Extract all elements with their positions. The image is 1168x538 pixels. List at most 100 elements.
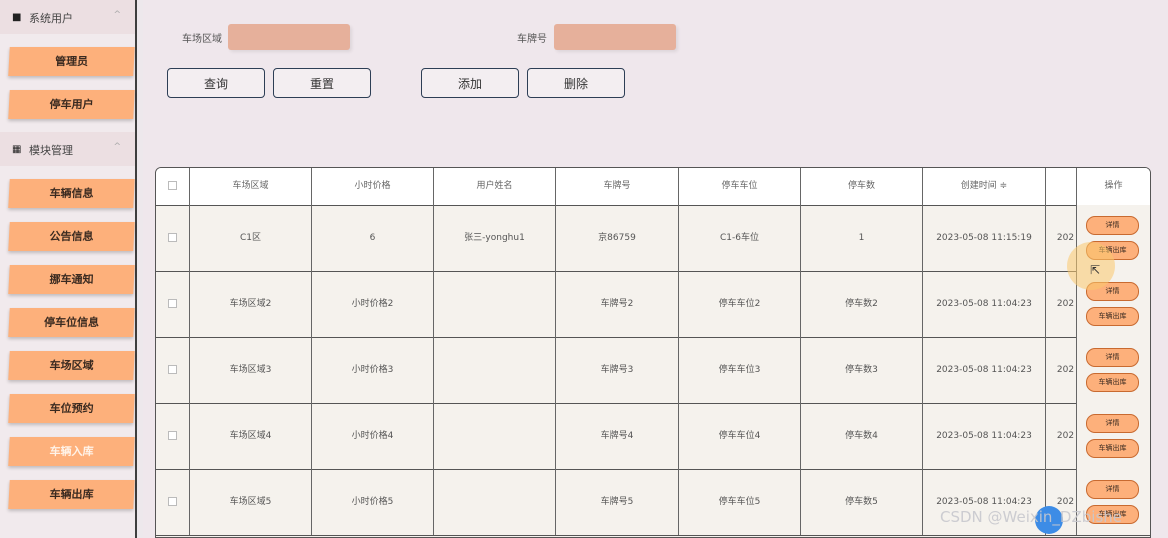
detail-button[interactable]: 详情 [1086, 480, 1139, 499]
cell-area: C1区 [190, 205, 312, 271]
cell-parking-count: 停车数4 [801, 403, 923, 469]
cell-parking-space: C1-6车位 [679, 205, 801, 271]
cell-area: 车场区域5 [190, 469, 312, 535]
main-content: 车场区域 车牌号 查询 重置 添加 删除 车场区域 小时价格 用户姓名 车牌号 … [143, 0, 1168, 538]
cell-area: 车场区域4 [190, 403, 312, 469]
cell-user-name [434, 469, 556, 535]
sidebar-item-vehicle-info[interactable]: 车辆信息 [8, 179, 135, 208]
cell-hourly-price: 小时价格2 [312, 271, 434, 337]
sidebar-item-parking-area[interactable]: 车场区域 [8, 351, 135, 380]
cell-hourly-price: 6 [312, 205, 434, 271]
delete-button[interactable]: 删除 [527, 68, 625, 98]
select-all-cell [156, 168, 190, 205]
row-select-cell [156, 205, 190, 271]
cell-created-time: 2023-05-08 11:04:23 [923, 337, 1046, 403]
plate-filter-input[interactable] [554, 24, 676, 50]
row-checkbox[interactable] [168, 365, 177, 374]
cell-created-time: 2023-05-08 11:04:23 [923, 403, 1046, 469]
select-all-checkbox[interactable] [168, 181, 177, 190]
grid-icon: ▦ [12, 144, 22, 155]
row-select-cell [156, 271, 190, 337]
cell-parking-count: 停车数2 [801, 271, 923, 337]
vehicle-exit-button[interactable]: 车辆出库 [1086, 241, 1139, 260]
chevron-up-icon: ^ [113, 10, 121, 20]
row-checkbox[interactable] [168, 497, 177, 506]
vehicle-exit-button[interactable]: 车辆出库 [1086, 307, 1139, 326]
cell-area: 车场区域2 [190, 271, 312, 337]
cell-plate: 车牌号4 [556, 403, 679, 469]
row-actions: 详情 车辆出库 [1076, 205, 1150, 271]
header-parking-space[interactable]: 停车车位 [679, 168, 801, 205]
cell-area: 车场区域3 [190, 337, 312, 403]
cell-plate: 京86759 [556, 205, 679, 271]
cell-plate: 车牌号3 [556, 337, 679, 403]
cell-created-time: 2023-05-08 11:15:19 [923, 205, 1046, 271]
cell-plate: 车牌号5 [556, 469, 679, 535]
cell-user-name [434, 403, 556, 469]
cell-created-time: 2023-05-08 11:04:23 [923, 271, 1046, 337]
header-actions: 操作 [1076, 168, 1150, 205]
sidebar-group-label: 系统用户 [29, 12, 73, 25]
cell-user-name [434, 337, 556, 403]
cell-hourly-price: 小时价格4 [312, 403, 434, 469]
sidebar-item-parking-space-info[interactable]: 停车位信息 [8, 308, 135, 337]
row-checkbox[interactable] [168, 299, 177, 308]
sidebar-item-parking-user[interactable]: 停车用户 [8, 90, 135, 119]
sidebar-group-system-users[interactable]: ■ 系统用户 ^ [0, 0, 135, 34]
chevron-up-icon: ^ [113, 142, 121, 152]
cell-user-name: 张三-yonghu1 [434, 205, 556, 271]
cell-parking-count: 停车数5 [801, 469, 923, 535]
row-checkbox[interactable] [168, 233, 177, 242]
area-filter-input[interactable] [228, 24, 350, 50]
table-row: C1区 6 张三-yonghu1 京86759 C1-6车位 1 2023-05-08 11… [156, 205, 1150, 272]
row-actions: 详情 车辆出库 [1076, 403, 1150, 469]
area-filter-label: 车场区域 [182, 34, 222, 45]
sidebar-group-modules[interactable]: ▦ 模块管理 ^ [0, 132, 135, 166]
detail-button[interactable]: 详情 [1086, 282, 1139, 301]
reset-button[interactable]: 重置 [273, 68, 371, 98]
row-select-cell [156, 337, 190, 403]
sidebar-item-admin[interactable]: 管理员 [8, 47, 135, 76]
header-parking-count[interactable]: 停车数 [801, 168, 923, 205]
row-actions: 详情 车辆出库 [1076, 271, 1150, 337]
sidebar-item-announcements[interactable]: 公告信息 [8, 222, 135, 251]
sidebar-item-vehicle-entry[interactable]: 车辆入库 [8, 437, 135, 466]
vehicle-exit-button[interactable]: 车辆出库 [1086, 439, 1139, 458]
plate-filter-label: 车牌号 [517, 34, 547, 45]
cell-plate: 车牌号2 [556, 271, 679, 337]
vehicle-exit-button[interactable]: 车辆出库 [1086, 373, 1139, 392]
header-hourly-price[interactable]: 小时价格 [312, 168, 434, 205]
sidebar-item-move-car-notice[interactable]: 挪车通知 [8, 265, 135, 294]
row-select-cell [156, 403, 190, 469]
detail-button[interactable]: 详情 [1086, 348, 1139, 367]
sidebar-item-vehicle-exit[interactable]: 车辆出库 [8, 480, 135, 509]
table-row: 车场区域3 小时价格3 车牌号3 停车车位3 停车数3 2023-05-08 11:04:… [156, 337, 1150, 404]
watermark: CSDN @Weixin_DZbishe [940, 508, 1122, 526]
header-area[interactable]: 车场区域 [190, 168, 312, 205]
header-plate[interactable]: 车牌号 [556, 168, 679, 205]
detail-button[interactable]: 详情 [1086, 414, 1139, 433]
row-select-cell [156, 469, 190, 535]
user-icon: ■ [12, 12, 22, 23]
cell-parking-space: 停车车位5 [679, 469, 801, 535]
cell-user-name [434, 271, 556, 337]
cell-parking-space: 停车车位2 [679, 271, 801, 337]
row-checkbox[interactable] [168, 431, 177, 440]
query-button[interactable]: 查询 [167, 68, 265, 98]
cell-hourly-price: 小时价格3 [312, 337, 434, 403]
sidebar-item-reservation[interactable]: 车位预约 [8, 394, 135, 423]
cell-parking-count: 1 [801, 205, 923, 271]
cell-parking-space: 停车车位3 [679, 337, 801, 403]
table-header: 车场区域 小时价格 用户姓名 车牌号 停车车位 停车数 创建时间 ≑ 操作 [156, 168, 1150, 206]
sidebar-group-label: 模块管理 [29, 144, 73, 157]
header-user-name[interactable]: 用户姓名 [434, 168, 556, 205]
cell-hourly-price: 小时价格5 [312, 469, 434, 535]
data-table: 车场区域 小时价格 用户姓名 车牌号 停车车位 停车数 创建时间 ≑ 操作 C1… [155, 167, 1151, 538]
row-actions: 详情 车辆出库 [1076, 337, 1150, 403]
detail-button[interactable]: 详情 [1086, 216, 1139, 235]
sidebar: ■ 系统用户 ^ 管理员 停车用户 ▦ 模块管理 ^ 车辆信息 公告信息 挪车通… [0, 0, 137, 538]
table-row: 车场区域4 小时价格4 车牌号4 停车车位4 停车数4 2023-05-08 11:04:… [156, 403, 1150, 470]
header-created-time[interactable]: 创建时间 ≑ [923, 168, 1046, 205]
add-button[interactable]: 添加 [421, 68, 519, 98]
table-row: 车场区域2 小时价格2 车牌号2 停车车位2 停车数2 2023-05-08 11:04:… [156, 271, 1150, 338]
